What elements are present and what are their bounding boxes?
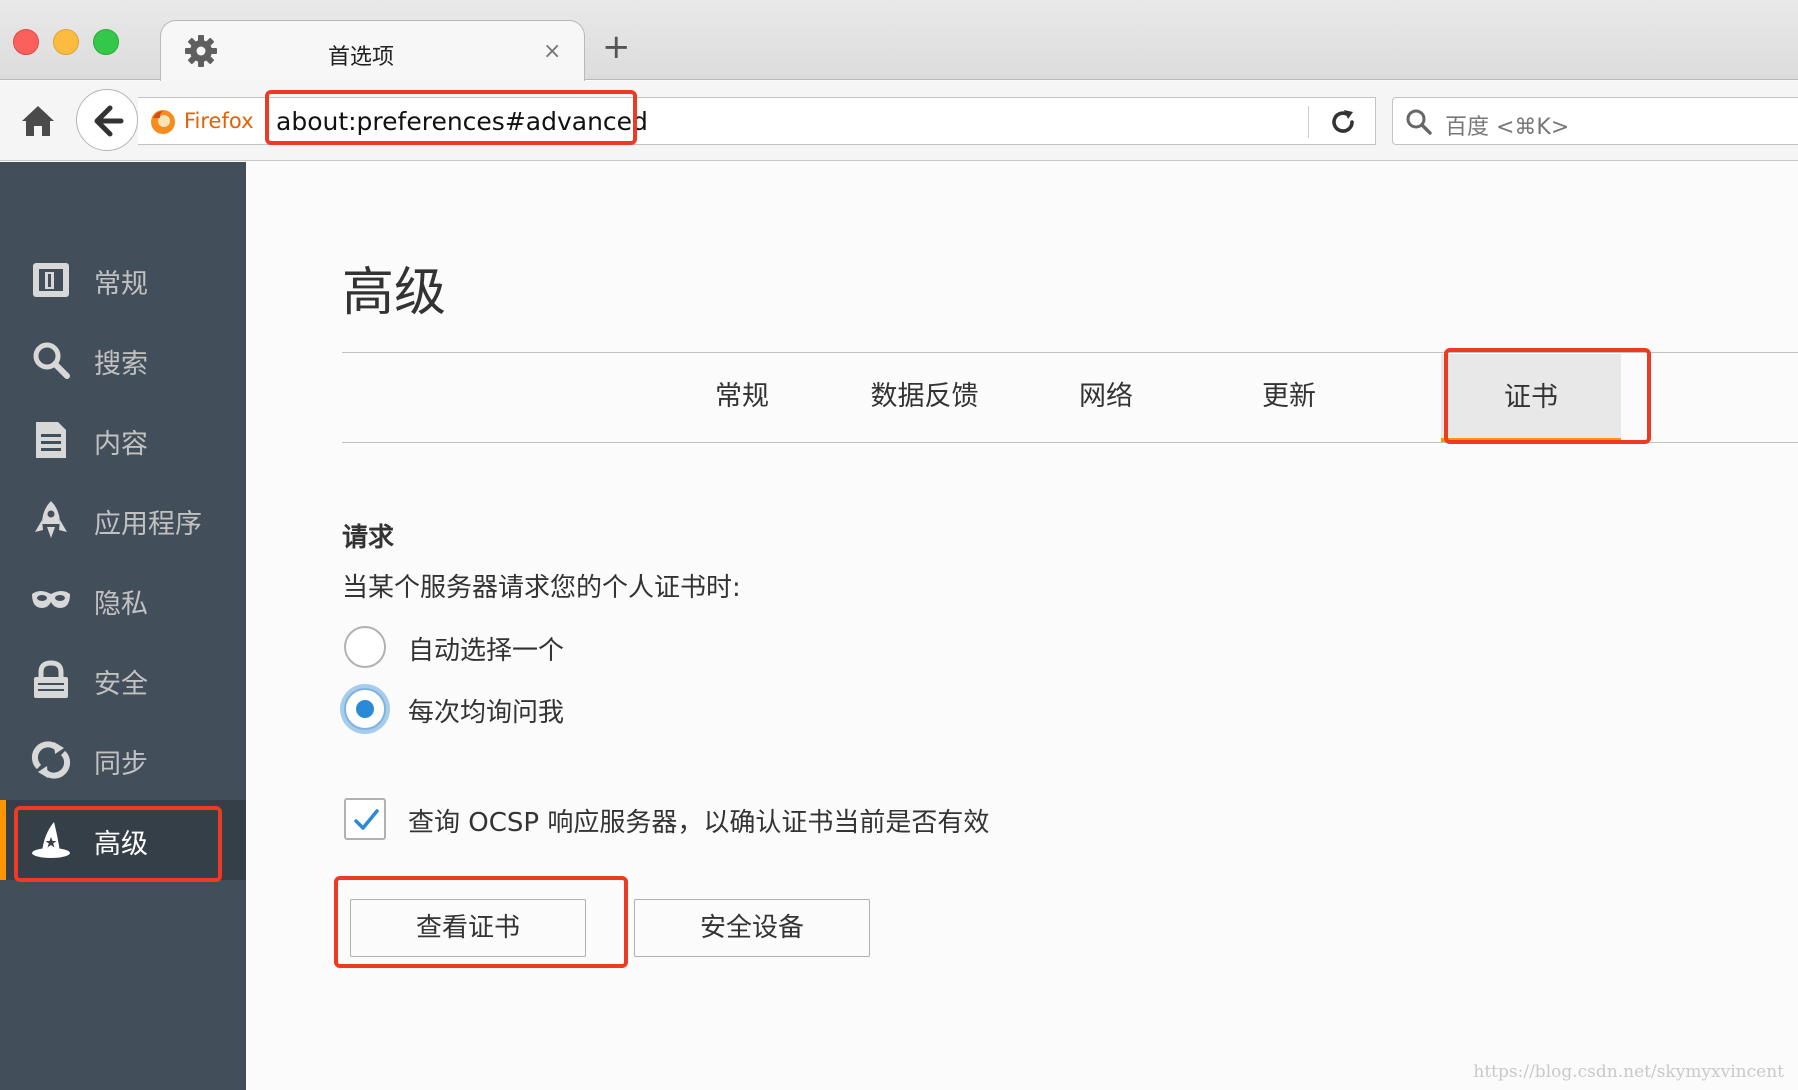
sidebar-item-label: 高级: [94, 829, 148, 860]
sidebar-item-security[interactable]: 安全: [0, 640, 246, 720]
gear-icon: [185, 35, 217, 67]
preferences-pane: 高级 常规 数据反馈 网络 更新 证书 请求 当某个服务器请求您的个人证书时: …: [246, 162, 1798, 1090]
sidebar-item-label: 搜索: [94, 349, 148, 380]
url-input[interactable]: about:preferences#advanced: [276, 107, 648, 136]
security-devices-button[interactable]: 安全设备: [634, 899, 870, 957]
sidebar-item-search[interactable]: 搜索: [0, 320, 246, 400]
radio-auto-select-label[interactable]: 自动选择一个: [408, 630, 564, 667]
identity-label[interactable]: Firefox: [184, 109, 254, 133]
home-icon[interactable]: [18, 101, 58, 141]
reload-icon[interactable]: [1328, 107, 1358, 137]
url-separator: [1308, 106, 1309, 138]
page-title: 高级: [342, 263, 447, 323]
search-placeholder: 百度 <⌘K>: [1445, 115, 1570, 140]
tab-network[interactable]: 网络: [1046, 362, 1166, 432]
navigation-toolbar: Firefox about:preferences#advanced 百度 <⌘…: [0, 81, 1798, 161]
tab-preferences[interactable]: 首选项 ×: [160, 20, 585, 81]
content-icon: [36, 422, 66, 458]
tab-strip: 首选项 × +: [0, 0, 1798, 81]
applications-icon: [35, 501, 67, 538]
tab-update[interactable]: 更新: [1229, 362, 1349, 432]
sidebar-item-advanced[interactable]: 高级: [0, 800, 246, 880]
window-zoom-button[interactable]: [93, 29, 119, 55]
firefox-logo-icon: [151, 110, 175, 134]
window-close-button[interactable]: [13, 29, 39, 55]
view-certificates-button[interactable]: 查看证书: [350, 899, 586, 957]
tab-general[interactable]: 常规: [682, 362, 802, 432]
watermark: https://blog.csdn.net/skymyxvincent: [1473, 1062, 1784, 1082]
radio-ask-every-time[interactable]: [344, 688, 386, 730]
sidebar: 常规 搜索 内容 应用程序 隐私 安全 同步 高级: [0, 162, 246, 1090]
search-icon: [33, 342, 70, 379]
new-tab-button[interactable]: +: [602, 30, 631, 64]
search-bar[interactable]: 百度 <⌘K>: [1392, 97, 1798, 145]
sidebar-item-privacy[interactable]: 隐私: [0, 560, 246, 640]
general-icon: [33, 263, 69, 297]
search-icon: [1406, 109, 1432, 135]
ocsp-checkbox[interactable]: [344, 798, 386, 840]
radio-auto-select[interactable]: [344, 626, 386, 668]
privacy-mask-icon: [32, 591, 70, 608]
tab-certificates[interactable]: 证书: [1441, 354, 1621, 442]
back-button[interactable]: [76, 89, 138, 151]
sidebar-item-label: 内容: [94, 429, 148, 460]
radio-ask-every-time-label[interactable]: 每次均询问我: [408, 692, 564, 729]
requests-heading: 请求: [342, 523, 395, 553]
sidebar-item-label: 同步: [94, 749, 148, 780]
sidebar-item-content[interactable]: 内容: [0, 400, 246, 480]
back-arrow-icon: [94, 105, 124, 137]
tab-title: 首选项: [327, 45, 394, 70]
tab-data-choices[interactable]: 数据反馈: [842, 362, 1007, 432]
tab-close-icon[interactable]: ×: [543, 39, 561, 64]
tabs-divider-bottom: [342, 442, 1798, 443]
sidebar-item-applications[interactable]: 应用程序: [0, 480, 246, 560]
lock-icon: [34, 660, 68, 698]
sidebar-item-label: 隐私: [94, 589, 148, 620]
sidebar-item-general[interactable]: 常规: [0, 240, 246, 320]
sidebar-item-sync[interactable]: 同步: [0, 720, 246, 800]
sidebar-item-label: 应用程序: [94, 509, 202, 540]
sidebar-item-label: 常规: [94, 269, 148, 300]
wizard-hat-icon: [32, 822, 70, 858]
ocsp-checkbox-label[interactable]: 查询 OCSP 响应服务器，以确认证书当前是否有效: [408, 802, 989, 839]
tabs-divider-top: [342, 352, 1798, 353]
sidebar-item-label: 安全: [94, 669, 148, 700]
requests-description: 当某个服务器请求您的个人证书时:: [342, 573, 741, 603]
sync-icon: [31, 741, 71, 779]
url-bar[interactable]: Firefox about:preferences#advanced: [138, 97, 1376, 145]
checkmark-icon: [354, 809, 379, 830]
window-minimize-button[interactable]: [53, 29, 79, 55]
